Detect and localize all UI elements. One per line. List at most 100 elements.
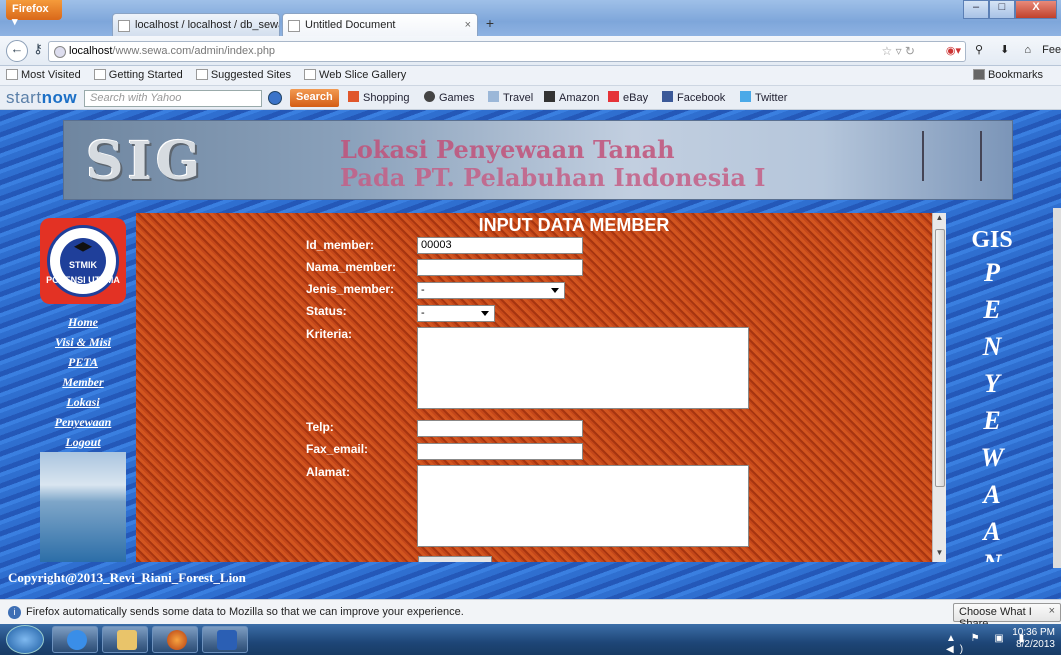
vertical-letter: E [983, 295, 1001, 324]
folder-icon [6, 69, 18, 80]
identity-key-icon[interactable]: ⚷ [30, 41, 46, 61]
page-scrollbar[interactable] [1053, 208, 1061, 568]
submit-button[interactable] [418, 556, 492, 562]
tab-db-sewatanah[interactable]: localhost / localhost / db_sewatanah ... [112, 13, 280, 36]
toolbar-link-travel[interactable]: Travel [488, 91, 533, 104]
search-icon[interactable]: ⚲ [975, 44, 983, 56]
taskbar-firefox[interactable] [152, 626, 198, 653]
games-icon [424, 91, 435, 102]
startnow-logo[interactable]: startnow [6, 88, 77, 108]
label-nama-member: Nama_member: [306, 260, 397, 274]
form-scrollbar[interactable]: ▲ ▼ [932, 213, 946, 562]
link-label: Facebook [677, 92, 726, 104]
home-icon[interactable]: ⌂ [1024, 44, 1031, 56]
scroll-down-icon[interactable]: ▼ [933, 548, 946, 562]
vertical-letter: N [962, 550, 1022, 562]
fax-email-input[interactable] [417, 443, 583, 460]
gis-title: GIS [971, 227, 1013, 253]
feedback-button[interactable]: Feedback [1042, 44, 1061, 56]
tab-label: Untitled Document [305, 19, 396, 31]
bookmarks-icon [972, 69, 985, 80]
vertical-letter: E [983, 406, 1001, 435]
start-button[interactable] [6, 625, 44, 654]
menu-member[interactable]: Member [40, 372, 126, 392]
sidebar-menu: Home Visi & Misi PETA Member Lokasi Peny… [40, 312, 126, 452]
download-icon[interactable]: ⬇ [1000, 44, 1009, 56]
toolbar-link-twitter[interactable]: Twitter [740, 91, 787, 104]
label-id-member: Id_member: [306, 238, 375, 252]
menu-visi-misi[interactable]: Visi & Misi [40, 332, 126, 352]
firefox-menu-button[interactable]: Firefox ▾ [6, 0, 62, 28]
internet-explorer-icon [67, 630, 87, 650]
menu-home[interactable]: Home [40, 312, 126, 332]
id-member-input[interactable]: 00003 [417, 237, 583, 254]
link-label: Amazon [559, 92, 600, 104]
tab-label: localhost / localhost / db_sewatanah ... [135, 19, 279, 31]
brand-start: start [6, 88, 42, 107]
menu-penyewaan[interactable]: Penyewaan [40, 412, 126, 432]
yahoo-search-input[interactable]: Search with Yahoo [84, 90, 262, 107]
harbor-photo [40, 452, 126, 562]
phpmyadmin-icon [118, 20, 130, 32]
windows-taskbar: ▲ ⚑ ▣ ▮ ◀) 10:36 PM 8/2/2013 [0, 624, 1061, 655]
notification-bar: i Firefox automatically sends some data t… [0, 599, 1061, 630]
banner-title-line1: Lokasi Penyewaan Tanah [340, 135, 675, 164]
toolbar-link-shopping[interactable]: Shopping [348, 91, 410, 104]
new-tab-button[interactable]: + [480, 15, 500, 35]
globe-icon [54, 46, 66, 58]
input-member-form: INPUT DATA MEMBER Id_member: 00003 Nama_… [136, 213, 946, 562]
toolbar-link-ebay[interactable]: eBay [608, 91, 648, 104]
taskbar-explorer[interactable] [102, 626, 148, 653]
travel-icon [488, 91, 499, 102]
close-window-button[interactable]: X [1015, 0, 1057, 19]
alamat-textarea[interactable] [417, 465, 749, 547]
vertical-letter: W [980, 443, 1004, 472]
bookmark-web-slice-gallery[interactable]: Web Slice Gallery [304, 69, 406, 81]
search-engine-icon[interactable]: ◉▾ [946, 44, 961, 57]
clock-time: 10:36 PM [1012, 627, 1055, 638]
menu-lokasi[interactable]: Lokasi [40, 392, 126, 412]
nama-member-input[interactable] [417, 259, 583, 276]
bookmark-most-visited[interactable]: Most Visited [6, 69, 81, 81]
choose-what-i-share-button[interactable]: Choose What I Share [953, 603, 1061, 630]
chevron-down-icon [481, 311, 489, 316]
folder-icon [117, 630, 137, 650]
close-tab-icon[interactable]: × [465, 19, 471, 31]
minimize-button[interactable]: – [963, 0, 989, 19]
telp-input[interactable] [417, 420, 583, 437]
kriteria-textarea[interactable] [417, 327, 749, 409]
url-host: localhost [69, 45, 113, 57]
close-notification-icon[interactable]: × [1049, 605, 1055, 617]
toolbar-link-games[interactable]: Games [424, 91, 474, 104]
toolbar-link-amazon[interactable]: Amazon [544, 91, 599, 104]
label-telp: Telp: [306, 420, 334, 434]
system-clock[interactable]: 10:36 PM 8/2/2013 [1012, 627, 1055, 651]
scroll-up-icon[interactable]: ▲ [933, 213, 946, 227]
vertical-letter: P [984, 258, 1000, 287]
menu-peta[interactable]: PETA [40, 352, 126, 372]
back-arrow-icon[interactable]: ← [6, 40, 28, 62]
scrollbar-thumb[interactable] [935, 229, 945, 487]
bookmarks-menu-button[interactable]: Bookmarks [972, 69, 1043, 81]
toolbar-link-facebook[interactable]: Facebook [662, 91, 725, 104]
page-content: SIG Lokasi Penyewaan Tanah Pada PT. Pela… [0, 110, 1061, 599]
logo-text-potensi: POTENSI UTAMA [46, 275, 120, 285]
menu-logout[interactable]: Logout [40, 432, 126, 452]
tab-untitled-document[interactable]: Untitled Document × [282, 13, 478, 36]
bookmark-getting-started[interactable]: Getting Started [93, 69, 183, 81]
bookmark-suggested-sites[interactable]: Suggested Sites [195, 69, 291, 81]
taskbar-word[interactable] [202, 626, 248, 653]
jenis-member-select[interactable]: - [417, 282, 565, 299]
taskbar-ie[interactable] [52, 626, 98, 653]
vertical-letter: A [983, 480, 1001, 509]
search-provider-icon[interactable] [268, 91, 282, 105]
toolbar-search-button[interactable]: Search [290, 89, 339, 107]
clock-date: 8/2/2013 [1016, 639, 1055, 650]
bookmark-star-icon[interactable]: ☆ ▿ ↻ [881, 44, 915, 58]
url-bar[interactable]: localhost/www.sewa.com/admin/index.php ☆… [48, 41, 966, 62]
stmik-logo: STMIK POTENSI UTAMA [40, 218, 126, 304]
status-select[interactable]: - [417, 305, 495, 322]
firefox-icon [167, 630, 187, 650]
maximize-button[interactable]: □ [989, 0, 1015, 19]
page-icon [304, 69, 317, 80]
